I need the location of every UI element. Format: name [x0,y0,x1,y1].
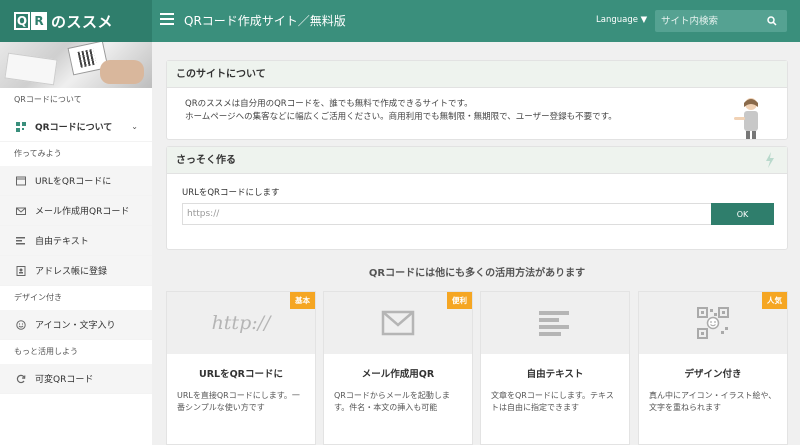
sidebar-section-label: デザイン付き [14,293,62,302]
about-panel: このサイトについて QRのススメは自分用のQRコードを、誰でも無料で作成できるサ… [166,60,788,140]
feature-image: 便利 [324,292,472,354]
language-selector[interactable]: Language ▼ [596,15,647,25]
site-search [655,10,787,32]
sidebar-item-label: 自由テキスト [35,237,89,247]
sidebar-item-about-qr[interactable]: QRコードについて ⌄ [0,112,152,142]
feature-card-mail[interactable]: 便利 メール作成用QR QRコードからメールを起動します。件名・本文の挿入も可能 [323,291,473,445]
quick-create-panel: さっそく作る URLをQRコードにします OK [166,146,788,250]
feature-description: 文章をQRコードにします。テキストは自由に指定できます [491,391,614,412]
feature-badge: 人気 [762,292,787,309]
envelope-icon [381,310,415,336]
url-field-label: URLをQRコードにします [182,188,280,198]
envelope-icon [16,206,26,216]
about-panel-title: このサイトについて [167,61,787,88]
http-text-icon: http:// [211,312,271,334]
sidebar-item-mail-qr[interactable]: メール作成用QRコード [0,196,152,226]
about-line: ホームページへの集客などに幅広くご活用ください。商用利用でも無制限・無期限で、ユ… [185,112,617,122]
quick-create-title: さっそく作る [167,147,787,174]
feature-description: URLを直接QRコードにします。一番シンプルな使い方です [177,391,300,412]
sidebar-hero-image [0,42,152,88]
feature-title: デザイン付き [684,369,742,380]
feature-description: 真ん中にアイコン・イラスト絵や、文字を重ねられます [649,391,777,412]
feature-badge: 基本 [290,292,315,309]
lightning-icon [766,152,774,168]
feature-title: URLをQRコードに [199,369,283,380]
sidebar-item-url-qr[interactable]: URLをQRコードに [0,166,152,196]
sidebar-item-label: 可変QRコード [35,375,94,385]
sidebar-section-label: もっと活用しよう [14,347,78,356]
uses-heading: QRコードには他にも多くの活用方法があります [368,268,586,279]
text-lines-icon [539,311,569,336]
feature-badge: 便利 [447,292,472,309]
sidebar-item-label: メール作成用QRコード [35,207,130,217]
feature-description: QRコードからメールを起動します。件名・本文の挿入も可能 [334,391,450,412]
ok-button[interactable]: OK [711,203,774,225]
feature-image: 人気 [639,292,787,354]
about-panel-body: QRのススメは自分用のQRコードを、誰でも無料で作成できるサイトです。 ホームペ… [167,88,787,134]
feature-card-text[interactable]: 自由テキスト 文章をQRコードにします。テキストは自由に指定できます [480,291,630,445]
sidebar-item-dynamic-qr[interactable]: 可変QRコード [0,364,152,394]
smiley-icon [16,319,26,330]
page-title: QRコード作成サイト／無料版 [184,14,346,28]
sidebar-item-label: URLをQRコードに [35,177,112,187]
sidebar-section-label: QRコードについて [14,95,82,104]
address-book-icon [16,265,26,276]
sidebar-item-label: アイコン・文字入り [35,321,116,331]
feature-card-url[interactable]: http:// 基本 URLをQRコードに URLを直接QRコードにします。一番… [166,291,316,445]
sidebar: QRコードについて QRコードについて ⌄ 作ってみよう URLをQRコードに … [0,42,152,445]
feature-card-design[interactable]: 人気 デザイン付き 真ん中にアイコン・イラスト絵や、文字を重ねられます [638,291,788,445]
feature-image [481,292,629,354]
refresh-icon [16,374,26,384]
sidebar-item-label: アドレス帳に登録 [35,267,108,277]
logo-r-mark: R [31,12,47,30]
hamburger-menu-icon[interactable] [160,13,174,27]
feature-image: http:// 基本 [167,292,315,354]
sidebar-item-free-text[interactable]: 自由テキスト [0,226,152,256]
sidebar-item-icon-text[interactable]: アイコン・文字入り [0,310,152,340]
about-line: QRのススメは自分用のQRコードを、誰でも無料で作成できるサイトです。 [185,99,473,109]
qr-grid-icon [16,121,26,132]
search-icon[interactable] [767,16,777,26]
search-input[interactable] [655,10,763,32]
url-input[interactable] [182,203,712,225]
top-bar: Q R のススメ QRコード作成サイト／無料版 Language ▼ [0,0,800,42]
sidebar-item-label: QRコードについて [35,123,113,133]
guide-character-icon [734,98,758,139]
chevron-down-icon[interactable]: ⌄ [131,122,138,131]
site-logo[interactable]: Q R のススメ [0,0,152,42]
text-lines-icon [16,236,26,246]
logo-q-mark: Q [14,12,30,30]
sidebar-item-address-book[interactable]: アドレス帳に登録 [0,256,152,286]
browser-window-icon [16,176,26,186]
logo-text: のススメ [51,12,114,31]
feature-title: メール作成用QR [361,369,435,380]
qr-smiley-icon [697,307,729,339]
feature-title: 自由テキスト [526,369,584,380]
sidebar-section-label: 作ってみよう [14,149,62,158]
